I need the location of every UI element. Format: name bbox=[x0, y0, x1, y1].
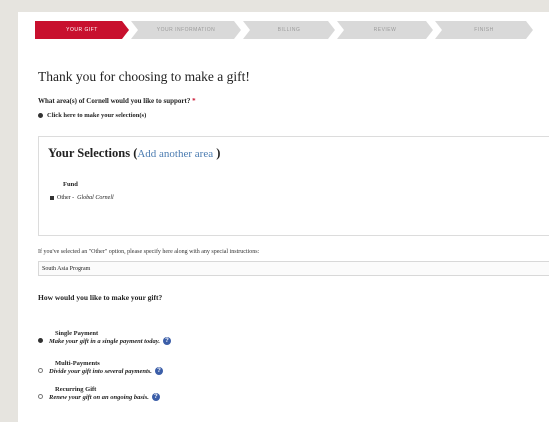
selections-heading-text: Your Selections bbox=[48, 146, 131, 160]
recurring-gift-description-text: Renew your gift on an ongoing basis. bbox=[49, 393, 149, 401]
gift-form-page: YOUR GIFT YOUR INFORMATION BILLING REVIE… bbox=[18, 12, 549, 422]
multi-payment-radio[interactable] bbox=[38, 368, 43, 373]
remove-fund-icon[interactable] bbox=[50, 196, 54, 200]
make-selection-link[interactable]: Click here to make your selection(s) bbox=[47, 112, 146, 119]
step-your-information[interactable]: YOUR INFORMATION bbox=[131, 21, 241, 39]
fund-list-item: Other - Global Cornell bbox=[50, 195, 114, 201]
multi-payment-description: Divide your gift into several payments. … bbox=[49, 367, 163, 375]
single-payment-description: Make your gift in a single payment today… bbox=[49, 337, 171, 345]
multi-payment-title: Multi-Payments bbox=[55, 360, 100, 367]
help-icon[interactable]: ? bbox=[154, 367, 163, 375]
step-finish[interactable]: FINISH bbox=[435, 21, 533, 39]
recurring-gift-title: Recurring Gift bbox=[55, 386, 97, 393]
payment-option-single[interactable]: Single Payment Make your gift in a singl… bbox=[38, 330, 171, 345]
step-review[interactable]: REVIEW bbox=[337, 21, 433, 39]
required-marker: * bbox=[192, 97, 196, 105]
help-icon[interactable]: ? bbox=[162, 337, 171, 345]
single-payment-radio[interactable] bbox=[38, 338, 43, 343]
selections-heading: Your Selections (Add another area ) bbox=[48, 146, 220, 161]
recurring-gift-description: Renew your gift on an ongoing basis. ? bbox=[49, 393, 160, 401]
close-paren: ) bbox=[216, 146, 221, 160]
selections-box: Your Selections (Add another area ) Fund… bbox=[38, 136, 549, 236]
payment-option-recurring[interactable]: Recurring Gift Renew your gift on an ong… bbox=[38, 386, 160, 401]
add-another-area-link[interactable]: Add another area bbox=[137, 148, 213, 160]
single-payment-title: Single Payment bbox=[55, 330, 99, 337]
help-icon[interactable]: ? bbox=[151, 393, 160, 401]
make-selection-radio[interactable] bbox=[38, 113, 43, 118]
fund-item-name: Global Cornell bbox=[77, 195, 114, 201]
fund-column-label: Fund bbox=[63, 181, 78, 188]
page-title: Thank you for choosing to make a gift! bbox=[38, 69, 250, 84]
instructions-label: If you've selected an "Other" option, pl… bbox=[38, 249, 260, 255]
make-selection-option[interactable]: Click here to make your selection(s) bbox=[38, 112, 146, 119]
area-question: What area(s) of Cornell would you like t… bbox=[38, 97, 196, 105]
instructions-input[interactable] bbox=[38, 261, 549, 276]
single-payment-description-text: Make your gift in a single payment today… bbox=[49, 337, 160, 345]
fund-item-prefix: Other - bbox=[57, 195, 75, 201]
payment-question: How would you like to make your gift? bbox=[38, 293, 163, 302]
multi-payment-description-text: Divide your gift into several payments. bbox=[49, 367, 152, 375]
recurring-gift-radio[interactable] bbox=[38, 394, 43, 399]
step-billing[interactable]: BILLING bbox=[243, 21, 335, 39]
progress-steps: YOUR GIFT YOUR INFORMATION BILLING REVIE… bbox=[35, 21, 549, 39]
step-your-gift[interactable]: YOUR GIFT bbox=[35, 21, 129, 39]
area-question-text: What area(s) of Cornell would you like t… bbox=[38, 97, 191, 105]
payment-option-multi[interactable]: Multi-Payments Divide your gift into sev… bbox=[38, 360, 163, 375]
